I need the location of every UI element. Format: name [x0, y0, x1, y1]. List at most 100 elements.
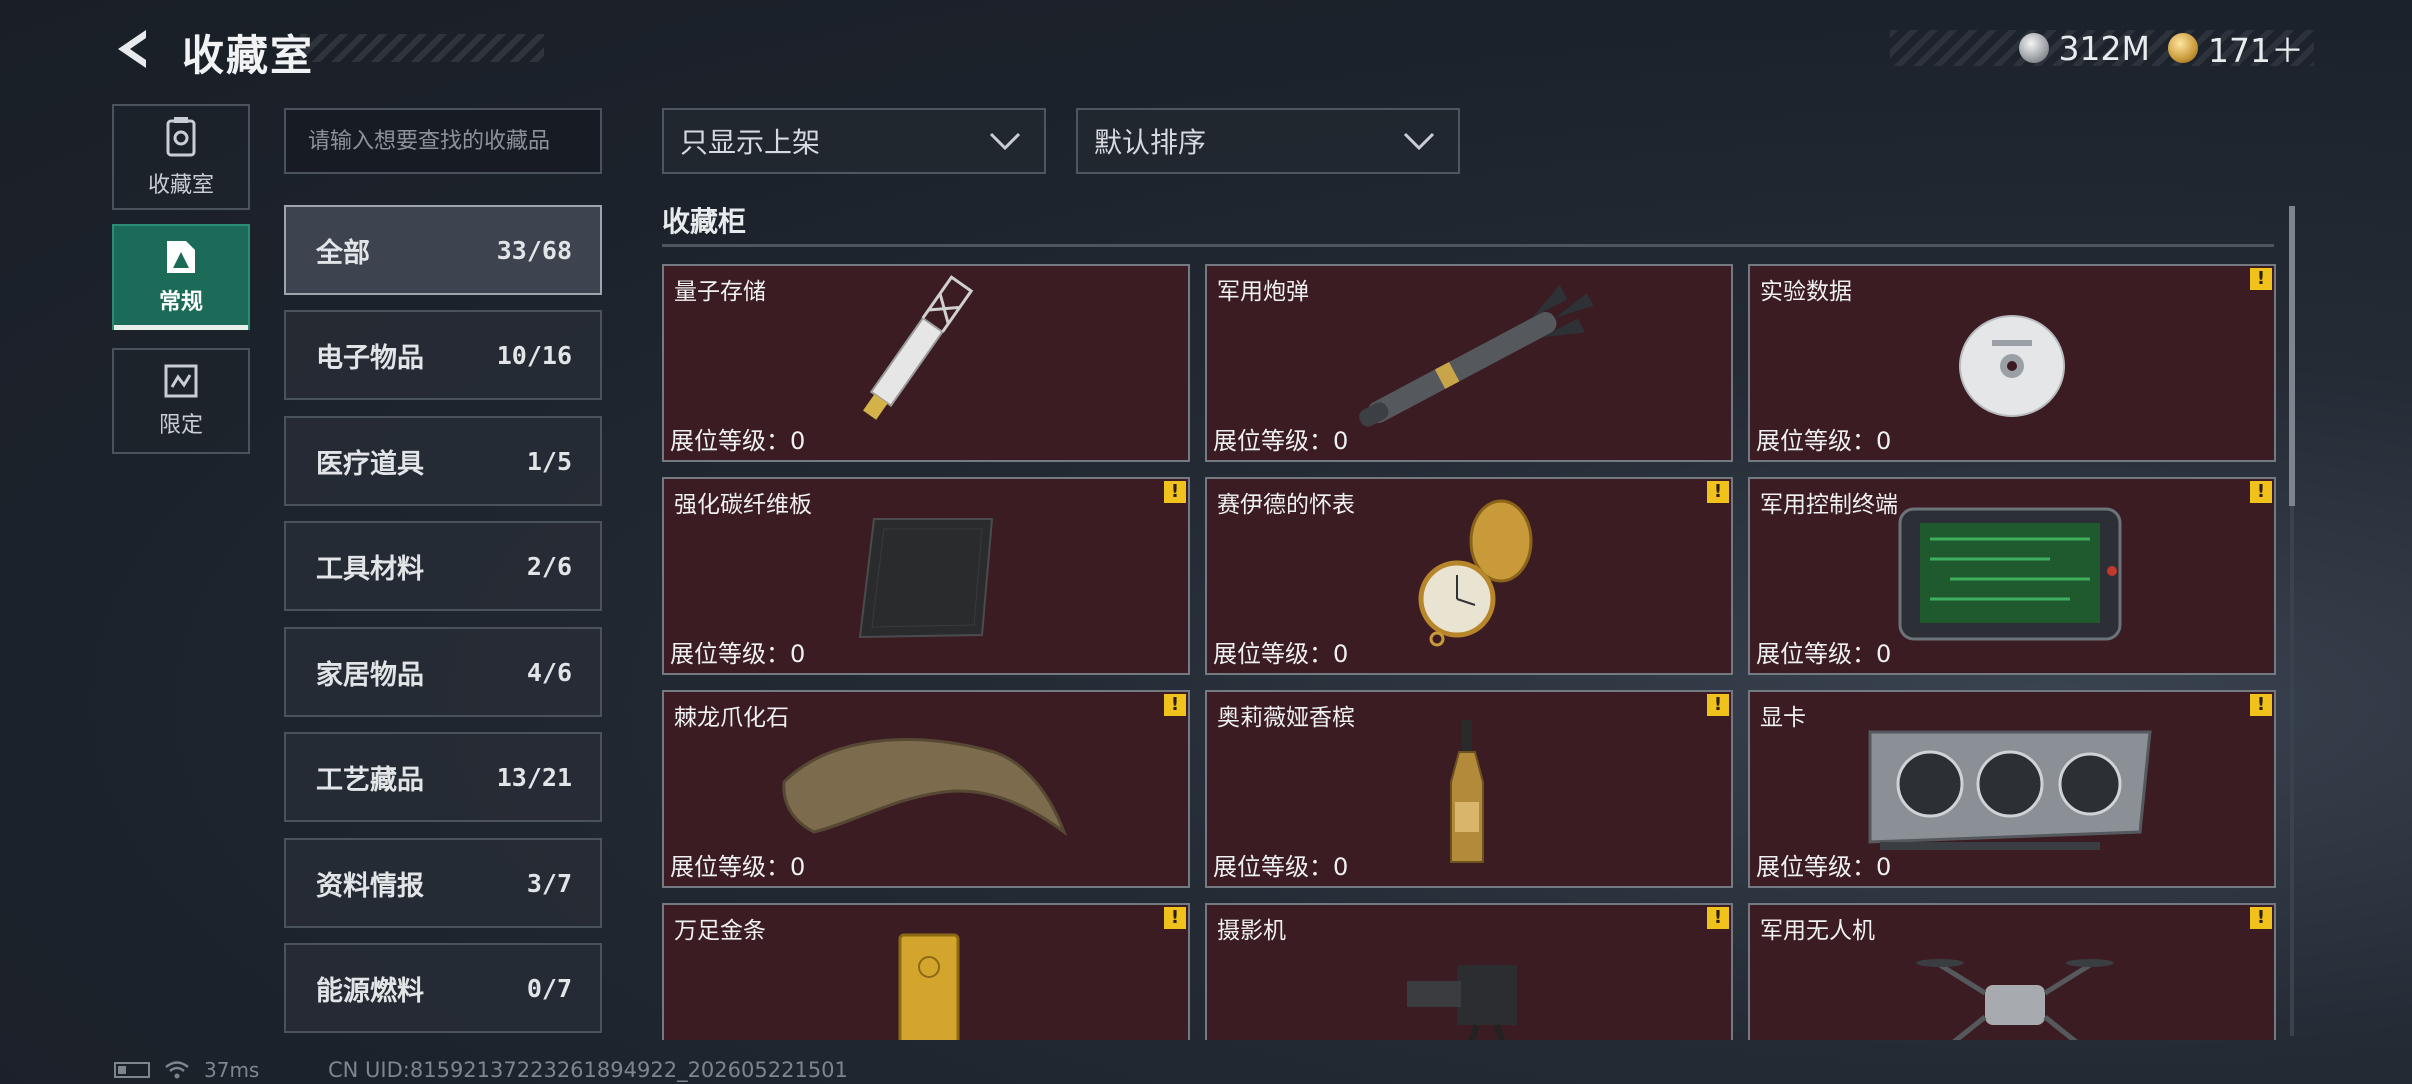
- item-card[interactable]: 棘龙爪化石 ! 展位等级：0: [662, 690, 1190, 888]
- category-energy[interactable]: 能源燃料 0/7: [284, 943, 602, 1033]
- silver-amount: 312M: [2058, 28, 2150, 68]
- category-name: 家居物品: [316, 659, 424, 691]
- nav-label: 常规: [158, 290, 203, 315]
- item-level: 展位等级：0: [1756, 640, 1892, 668]
- item-card[interactable]: 万足金条 !: [662, 903, 1190, 1040]
- category-count: 2/6: [526, 551, 572, 581]
- chevron-down-icon: [989, 132, 1021, 151]
- item-card[interactable]: 奥莉薇娅香槟 ! 展位等级：0: [1205, 690, 1733, 888]
- item-name: 赛伊德的怀表: [1217, 492, 1355, 518]
- warning-badge: !: [2250, 907, 2272, 929]
- ping-value: 37ms: [204, 1058, 260, 1082]
- item-card[interactable]: 实验数据 ! 展位等级：0: [1748, 264, 2276, 462]
- section-title: 收藏柜: [662, 205, 747, 238]
- section-divider: [662, 244, 2274, 247]
- item-level: 展位等级：0: [1213, 853, 1349, 881]
- silver-currency: 312M: [2018, 28, 2150, 68]
- item-card[interactable]: 摄影机 !: [1205, 903, 1733, 1040]
- item-name: 军用控制终端: [1760, 492, 1898, 518]
- warning-badge: !: [1707, 481, 1729, 503]
- item-card[interactable]: 显卡 ! 展位等级：0: [1748, 690, 2276, 888]
- gold-currency[interactable]: 171＋: [2168, 24, 2304, 72]
- item-card[interactable]: 军用无人机 !: [1748, 903, 2276, 1040]
- warning-badge: !: [2250, 268, 2272, 290]
- regular-icon: [167, 241, 195, 273]
- category-count: 0/7: [526, 973, 572, 1003]
- nav-limited[interactable]: 限定: [112, 348, 250, 454]
- warning-badge: !: [2250, 694, 2272, 716]
- category-count: 13/21: [496, 762, 572, 792]
- sort-dropdown[interactable]: 默认排序: [1076, 108, 1460, 174]
- nav-collection-room[interactable]: 收藏室: [112, 104, 250, 210]
- item-card[interactable]: 赛伊德的怀表 ! 展位等级：0: [1205, 477, 1733, 675]
- item-level: 展位等级：0: [1213, 427, 1349, 455]
- battery-icon: [114, 1062, 150, 1078]
- nav-label: 收藏室: [147, 173, 214, 198]
- category-electronics[interactable]: 电子物品 10/16: [284, 310, 602, 400]
- limited-icon: [164, 364, 198, 398]
- back-arrow-icon[interactable]: [112, 26, 158, 72]
- nav-regular[interactable]: 常规: [112, 224, 250, 330]
- category-tools[interactable]: 工具材料 2/6: [284, 521, 602, 611]
- item-level: 展位等级：0: [1756, 427, 1892, 455]
- item-name: 摄影机: [1217, 918, 1286, 944]
- category-name: 能源燃料: [316, 975, 424, 1007]
- gold-coin-icon: [2168, 33, 2198, 63]
- wifi-icon: [165, 1061, 189, 1079]
- item-name: 量子存储: [674, 279, 766, 305]
- category-count: 4/6: [526, 657, 572, 687]
- warning-badge: !: [1707, 694, 1729, 716]
- category-household[interactable]: 家居物品 4/6: [284, 627, 602, 717]
- gold-amount: 171＋: [2208, 31, 2304, 70]
- item-card[interactable]: 强化碳纤维板 ! 展位等级：0: [662, 477, 1190, 675]
- category-name: 电子物品: [316, 342, 424, 374]
- item-name: 棘龙爪化石: [674, 705, 789, 731]
- collection-grid: 量子存储 展位等级：0 军用炮弹 展位等级：0 实验数据 ! 展位等级：0 强化…: [660, 262, 2278, 1040]
- item-card[interactable]: 军用控制终端 ! 展位等级：0: [1748, 477, 2276, 675]
- item-name: 奥莉薇娅香槟: [1217, 705, 1355, 731]
- scrollbar-thumb[interactable]: [2289, 206, 2295, 506]
- category-count: 3/7: [526, 868, 572, 898]
- item-name: 军用炮弹: [1217, 279, 1309, 305]
- item-name: 军用无人机: [1760, 918, 1875, 944]
- currency-bar: 312M 171＋: [1890, 28, 2314, 70]
- user-uid: CN UID:81592137223261894922_202605221501: [328, 1058, 848, 1082]
- item-name: 实验数据: [1760, 279, 1852, 305]
- warning-badge: !: [1164, 694, 1186, 716]
- item-card[interactable]: 量子存储 展位等级：0: [662, 264, 1190, 462]
- search-input[interactable]: [284, 108, 602, 174]
- item-level: 展位等级：0: [1756, 853, 1892, 881]
- category-all[interactable]: 全部 33/68: [284, 205, 602, 295]
- item-level: 展位等级：0: [670, 640, 806, 668]
- chevron-down-icon: [1403, 132, 1435, 151]
- collection-room-icon: [166, 117, 196, 157]
- display-filter-dropdown[interactable]: 只显示上架: [662, 108, 1046, 174]
- category-name: 资料情报: [316, 870, 424, 902]
- category-count: 33/68: [496, 235, 572, 265]
- display-filter-value: 只显示上架: [680, 126, 821, 159]
- item-card[interactable]: 军用炮弹 展位等级：0: [1205, 264, 1733, 462]
- warning-badge: !: [2250, 481, 2272, 503]
- item-level: 展位等级：0: [670, 427, 806, 455]
- category-name: 全部: [316, 237, 370, 269]
- category-count: 10/16: [496, 340, 572, 370]
- category-medical[interactable]: 医疗道具 1/5: [284, 416, 602, 506]
- title-decoration: [300, 34, 544, 62]
- category-name: 医疗道具: [316, 448, 424, 480]
- warning-badge: !: [1164, 907, 1186, 929]
- item-name: 万足金条: [674, 918, 766, 944]
- warning-badge: !: [1164, 481, 1186, 503]
- status-bar: 37ms: [114, 1058, 259, 1082]
- sort-value: 默认排序: [1094, 126, 1207, 159]
- item-name: 显卡: [1760, 705, 1806, 731]
- item-name: 强化碳纤维板: [674, 492, 812, 518]
- category-crafts[interactable]: 工艺藏品 13/21: [284, 732, 602, 822]
- category-name: 工具材料: [316, 553, 424, 585]
- category-intel[interactable]: 资料情报 3/7: [284, 838, 602, 928]
- warning-badge: !: [1707, 907, 1729, 929]
- nav-label: 限定: [158, 413, 203, 438]
- item-level: 展位等级：0: [1213, 640, 1349, 668]
- silver-coin-icon: [2018, 33, 2049, 63]
- category-name: 工艺藏品: [316, 764, 424, 796]
- item-level: 展位等级：0: [670, 853, 806, 881]
